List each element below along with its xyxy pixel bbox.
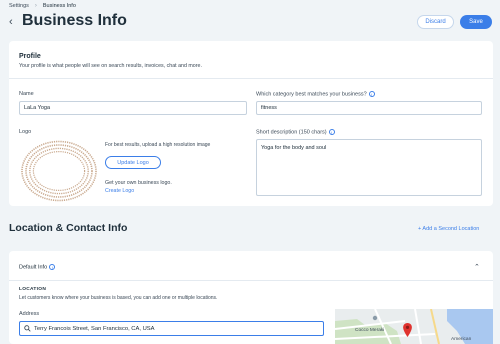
location-heading: LOCATION [19, 287, 47, 292]
address-label: Address [19, 311, 40, 317]
search-icon [24, 325, 31, 332]
category-input-value: fitness [261, 105, 277, 111]
name-label: Name [19, 91, 34, 97]
description-label: Short description (150 chars) i [256, 129, 335, 135]
business-logo-image [21, 140, 97, 202]
breadcrumb-current: Business Info [42, 3, 76, 9]
logo-hint: For best results, upload a high resoluti… [105, 142, 211, 148]
address-value: Terry Francois Street, San Francisco, CA… [34, 325, 155, 332]
location-section-title: Location & Contact Info [9, 222, 128, 234]
page-title: Business Info [22, 12, 127, 29]
breadcrumb: Settings › Business Info [9, 3, 76, 9]
default-info-header[interactable]: Default Info i [19, 264, 56, 271]
location-divider [9, 280, 493, 281]
map-label-cocco: Cocco Meraki [355, 328, 385, 333]
add-second-location-link[interactable]: + Add a Second Location [418, 226, 479, 232]
category-input[interactable]: fitness [256, 101, 482, 115]
create-logo-link[interactable]: Create Logo [105, 188, 134, 194]
location-subtitle: Let customers know where your business i… [19, 295, 218, 301]
category-label-text: Which category best matches your busines… [256, 91, 367, 98]
logo-get-text: Get your own business logo. [105, 180, 172, 186]
breadcrumb-settings[interactable]: Settings [9, 3, 29, 9]
info-icon[interactable]: i [328, 129, 335, 135]
back-arrow-icon[interactable]: ‹ [9, 16, 17, 28]
location-map[interactable]: Cocco Meraki American [335, 309, 493, 344]
update-logo-button[interactable]: Update Logo [105, 156, 161, 169]
name-input-value: LaLa Yoga [24, 105, 51, 111]
description-value: Yoga for the body and soul [261, 145, 327, 151]
default-info-label: Default Info [19, 264, 48, 271]
profile-divider [9, 78, 493, 79]
discard-button[interactable]: Discard [417, 15, 454, 29]
profile-subtitle: Your profile is what people will see on … [19, 63, 202, 69]
name-input[interactable]: LaLa Yoga [19, 101, 247, 115]
description-label-text: Short description (150 chars) [256, 129, 327, 136]
save-button[interactable]: Save [460, 15, 492, 29]
profile-title: Profile [19, 53, 41, 60]
description-textarea[interactable]: Yoga for the body and soul [256, 139, 482, 196]
info-icon[interactable]: i [49, 264, 56, 270]
category-label: Which category best matches your busines… [256, 91, 375, 97]
info-icon[interactable]: i [368, 91, 375, 97]
map-pin-icon [403, 323, 412, 337]
map-label-american: American [451, 337, 472, 342]
breadcrumb-separator: › [34, 3, 37, 9]
address-input[interactable]: Terry Francois Street, San Francisco, CA… [19, 321, 324, 336]
chevron-up-icon[interactable]: ⌃ [474, 263, 480, 271]
logo-label: Logo [19, 129, 32, 135]
